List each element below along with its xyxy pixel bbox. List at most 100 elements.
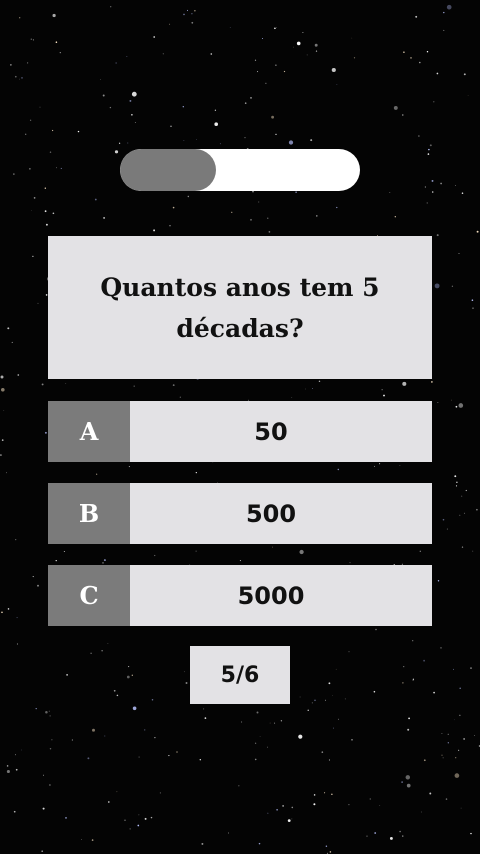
star: [96, 473, 98, 475]
star: [459, 514, 461, 516]
star: [374, 832, 377, 834]
star: [288, 140, 294, 145]
star: [31, 210, 32, 211]
star: [92, 728, 95, 732]
star: [321, 751, 324, 753]
star: [381, 389, 383, 391]
star: [379, 805, 381, 806]
star: [65, 382, 67, 384]
option-c-button[interactable]: C 5000: [48, 565, 432, 626]
star: [463, 73, 466, 76]
star: [437, 402, 439, 403]
star: [154, 554, 156, 557]
star: [39, 106, 41, 108]
star: [0, 375, 4, 379]
star: [426, 51, 429, 53]
star: [19, 78, 20, 80]
star: [344, 698, 346, 700]
star: [383, 394, 385, 397]
star: [348, 651, 350, 653]
star: [463, 738, 465, 740]
star: [45, 223, 48, 226]
star: [348, 803, 350, 806]
star: [437, 580, 440, 582]
star: [282, 805, 284, 807]
star: [268, 231, 271, 233]
star: [91, 839, 94, 841]
star: [415, 15, 418, 18]
star: [436, 72, 439, 75]
star: [109, 106, 112, 109]
star: [162, 53, 164, 55]
star: [77, 130, 80, 133]
star: [427, 153, 430, 155]
star: [419, 550, 421, 552]
star: [144, 817, 147, 820]
star: [389, 836, 393, 840]
star: [440, 182, 442, 185]
star: [275, 133, 277, 136]
star: [21, 77, 23, 79]
star: [310, 139, 313, 142]
star: [201, 842, 204, 845]
star: [433, 101, 435, 103]
star: [17, 374, 20, 376]
star: [407, 728, 410, 731]
star: [94, 198, 97, 201]
star: [113, 689, 116, 692]
star: [127, 142, 129, 144]
star: [291, 806, 294, 809]
star: [195, 472, 197, 474]
star: [265, 82, 267, 84]
star: [44, 431, 47, 434]
star: [227, 832, 230, 834]
star: [325, 699, 326, 701]
star: [275, 27, 277, 28]
star: [349, 562, 351, 564]
star: [150, 816, 153, 819]
star: [447, 733, 449, 735]
option-b-button[interactable]: B 500: [48, 483, 432, 544]
star: [257, 71, 259, 73]
star: [306, 54, 308, 56]
star: [11, 341, 13, 343]
star: [126, 675, 130, 679]
star: [129, 99, 132, 102]
star: [283, 70, 286, 73]
star: [269, 722, 271, 724]
star: [474, 734, 476, 736]
star: [250, 218, 252, 221]
star: [129, 828, 131, 830]
star: [353, 57, 356, 59]
star: [408, 717, 411, 720]
star: [51, 129, 54, 132]
star: [187, 195, 189, 198]
star: [412, 640, 414, 642]
option-a-button[interactable]: A 50: [48, 401, 432, 462]
star: [37, 584, 39, 587]
star: [170, 125, 172, 128]
star: [316, 215, 318, 217]
star: [63, 551, 65, 552]
star: [399, 465, 401, 466]
star: [296, 41, 301, 46]
star: [436, 234, 439, 237]
star: [336, 84, 338, 85]
star: [459, 687, 461, 690]
star: [271, 546, 274, 548]
star: [55, 167, 57, 169]
star: [154, 736, 156, 739]
star: [49, 748, 52, 750]
star: [276, 809, 278, 811]
star: [48, 784, 51, 786]
star: [373, 690, 376, 693]
star: [443, 29, 445, 31]
star: [30, 38, 32, 40]
star: [351, 738, 353, 741]
star: [366, 835, 368, 837]
star: [172, 384, 175, 387]
star: [313, 803, 316, 806]
star: [15, 754, 16, 756]
star: [238, 785, 240, 787]
star: [59, 51, 61, 54]
